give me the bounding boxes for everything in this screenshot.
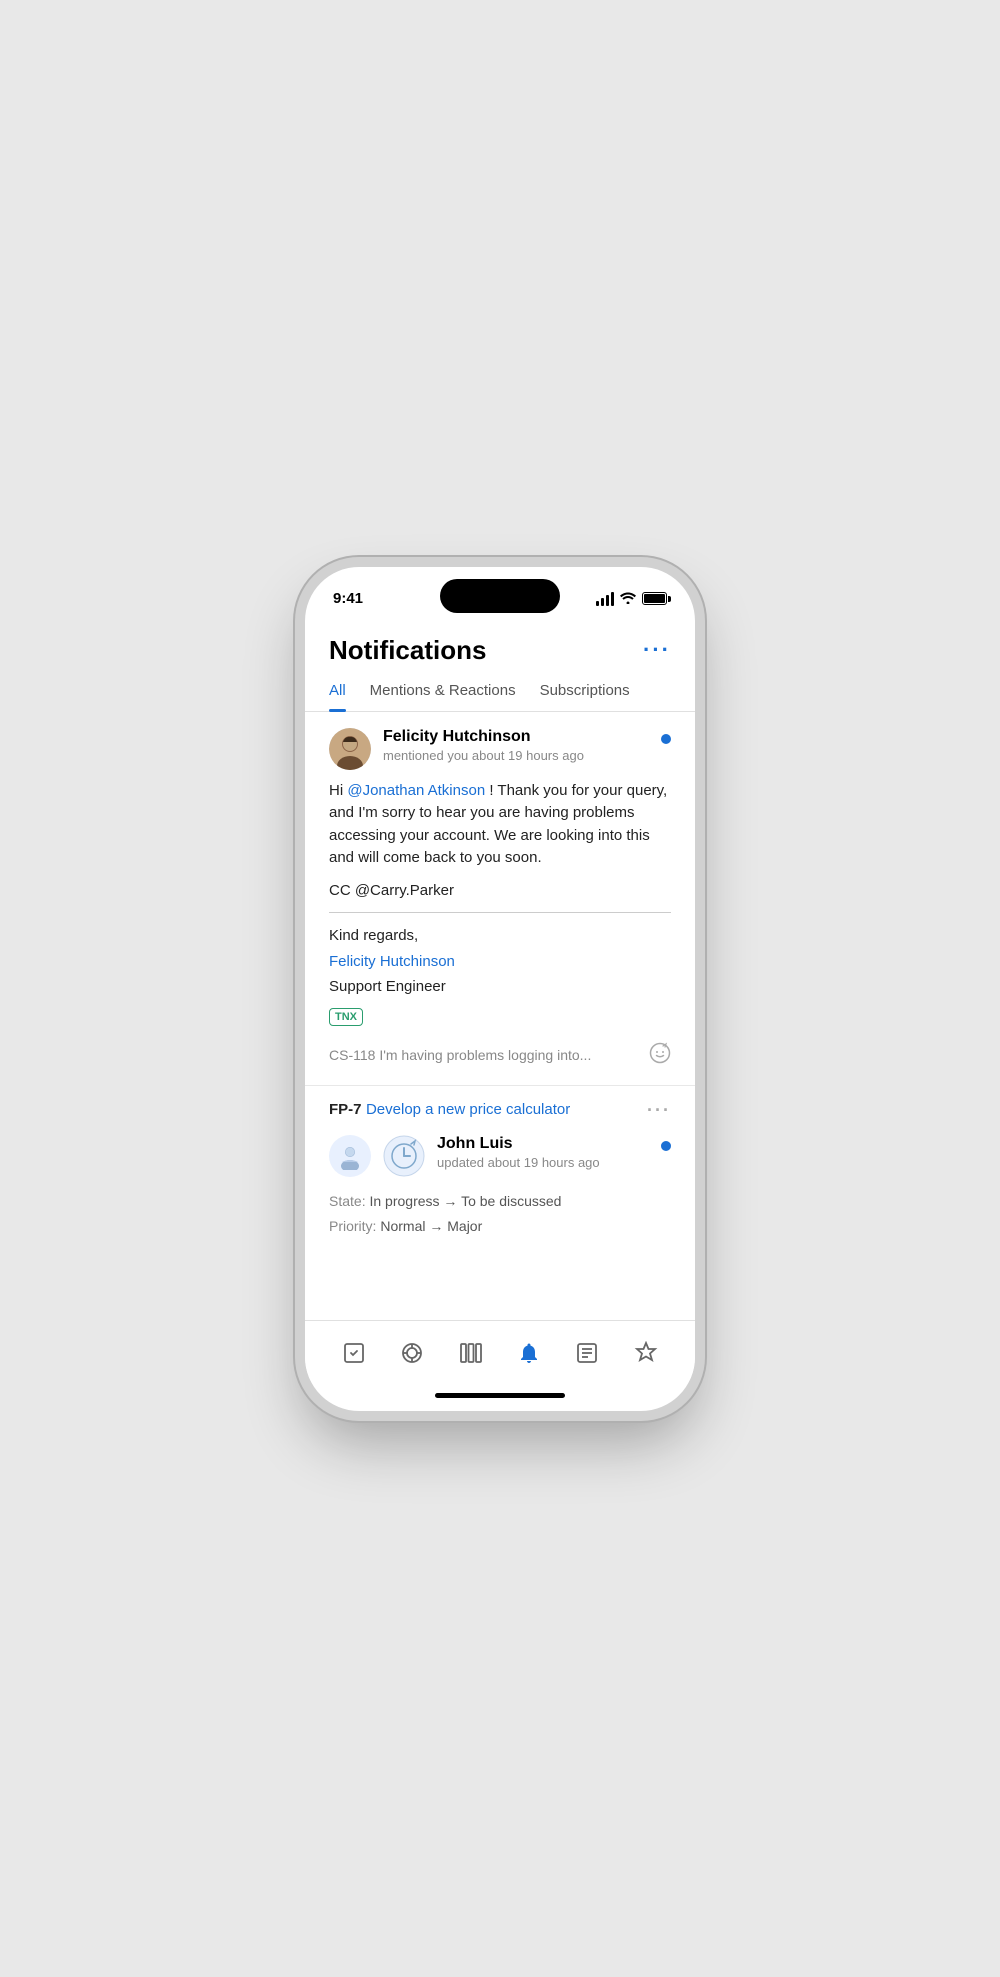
cs-row: CS-118 I'm having problems logging into.… xyxy=(329,1042,671,1069)
fp-more-button[interactable]: ··· xyxy=(647,1100,671,1121)
signal-icon xyxy=(596,592,614,606)
message-prefix: Hi xyxy=(329,782,347,799)
screen-content: Notifications ··· All Mentions & Reactio… xyxy=(305,617,695,1320)
fp-user-info: John Luis updated about 19 hours ago xyxy=(437,1135,649,1170)
more-options-button[interactable]: ··· xyxy=(643,639,671,661)
state-to: To be discussed xyxy=(461,1193,561,1209)
tab-mentions-reactions[interactable]: Mentions & Reactions xyxy=(370,682,516,711)
board-nav[interactable] xyxy=(451,1333,491,1373)
mention-link[interactable]: @Jonathan Atkinson xyxy=(347,782,485,799)
notif-header-1: Felicity Hutchinson mentioned you about … xyxy=(329,728,671,770)
reaction-icon[interactable] xyxy=(649,1042,671,1069)
notif-body-1: Hi @Jonathan Atkinson ! Thank you for yo… xyxy=(329,780,671,870)
status-icons xyxy=(596,591,667,607)
dynamic-island xyxy=(440,579,560,613)
tnx-badge: TNX xyxy=(329,1008,363,1026)
page-title: Notifications xyxy=(329,635,486,666)
unread-dot-1 xyxy=(661,734,671,744)
signature-greeting: Kind regards, xyxy=(329,923,671,949)
notif-username-1: Felicity Hutchinson xyxy=(383,728,649,746)
wifi-icon xyxy=(620,591,636,607)
tab-subscriptions[interactable]: Subscriptions xyxy=(540,682,630,711)
fp-body: State: In progress → To be discussed Pri… xyxy=(329,1189,671,1239)
signature-name[interactable]: Felicity Hutchinson xyxy=(329,949,671,975)
page-header: Notifications ··· xyxy=(305,617,695,682)
fp-section: FP-7 Develop a new price calculator ··· xyxy=(305,1086,695,1239)
list-nav[interactable] xyxy=(567,1333,607,1373)
avatar-john xyxy=(329,1135,371,1177)
tasks-nav[interactable] xyxy=(334,1333,374,1373)
fp-action: updated about 19 hours ago xyxy=(437,1155,649,1170)
fp-avatar-icon xyxy=(383,1135,425,1177)
notifications-nav[interactable] xyxy=(509,1333,549,1373)
help-nav[interactable] xyxy=(392,1333,432,1373)
message-divider xyxy=(329,912,671,913)
notification-item-1[interactable]: Felicity Hutchinson mentioned you about … xyxy=(305,712,695,1086)
priority-to: Major xyxy=(447,1218,482,1234)
bottom-nav xyxy=(305,1320,695,1381)
fp-username: John Luis xyxy=(437,1135,649,1153)
tab-all[interactable]: All xyxy=(329,682,346,711)
fp-id: FP-7 xyxy=(329,1101,362,1118)
phone-frame: 9:41 Notifications ··· xyxy=(305,567,695,1411)
notif-action-1: mentioned you about 19 hours ago xyxy=(383,748,649,763)
unread-dot-2 xyxy=(661,1141,671,1151)
priority-label: Priority: xyxy=(329,1218,376,1234)
notif-signature: Kind regards, Felicity Hutchinson Suppor… xyxy=(329,923,671,1000)
home-indicator xyxy=(305,1381,695,1411)
settings-nav[interactable] xyxy=(626,1333,666,1373)
home-bar xyxy=(435,1393,565,1398)
priority-from: Normal xyxy=(380,1218,425,1234)
cs-link-text[interactable]: CS-118 I'm having problems logging into.… xyxy=(329,1047,591,1063)
cc-line: CC @Carry.Parker xyxy=(329,880,671,903)
fp-header: FP-7 Develop a new price calculator ··· xyxy=(329,1100,671,1121)
state-label: State: xyxy=(329,1193,366,1209)
battery-icon xyxy=(642,592,667,605)
status-time: 9:41 xyxy=(333,590,363,607)
notif-user-info-1: Felicity Hutchinson mentioned you about … xyxy=(383,728,649,763)
state-from: In progress xyxy=(369,1193,439,1209)
tabs-container: All Mentions & Reactions Subscriptions xyxy=(305,682,695,712)
fp-title-link[interactable]: Develop a new price calculator xyxy=(366,1101,570,1118)
fp-notif-header: John Luis updated about 19 hours ago xyxy=(329,1135,671,1177)
signature-role: Support Engineer xyxy=(329,974,671,1000)
avatar-felicity xyxy=(329,728,371,770)
